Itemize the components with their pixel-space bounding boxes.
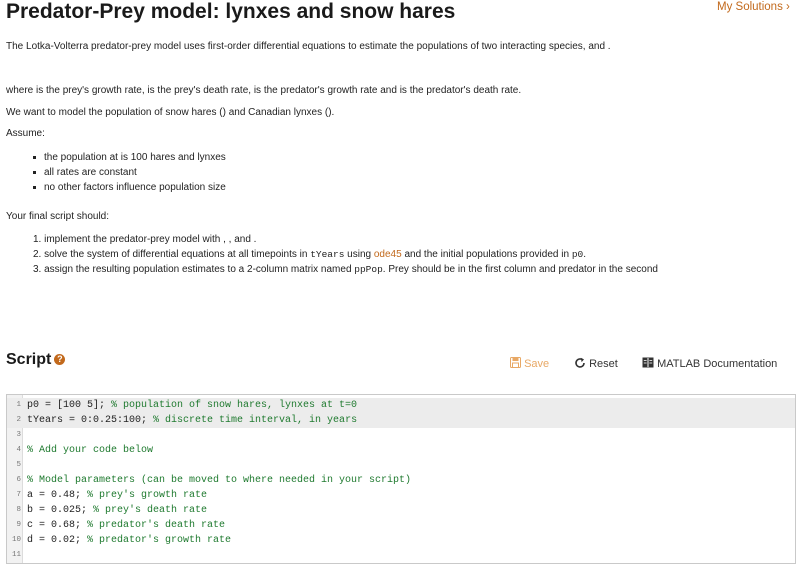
step-text: . Prey should be in the first column and…	[382, 264, 658, 275]
code-line[interactable]: 3	[7, 428, 795, 443]
step-text: 1. implement the predator-prey model wit…	[33, 234, 257, 245]
code-line[interactable]: 9 c = 0.68; % predator's death rate	[7, 518, 795, 533]
script-heading: Script?	[6, 351, 66, 369]
page-title: Predator-Prey model: lynxes and snow har…	[6, 0, 456, 23]
code-line[interactable]: 4 % Add your code below	[7, 443, 795, 458]
goal-text: We want to model the population of snow …	[6, 107, 335, 118]
line-number: 4	[16, 446, 21, 454]
matlab-documentation-button[interactable]: MATLAB Documentation	[642, 357, 777, 371]
code-comment: % Add your code below	[27, 445, 154, 456]
code-line[interactable]: 7 a = 0.48; % prey's growth rate	[7, 488, 795, 503]
reset-icon	[575, 357, 585, 368]
line-number: 10	[11, 536, 21, 544]
line-number: 7	[16, 491, 21, 499]
save-button[interactable]: Save	[510, 357, 549, 371]
step-text: 2. solve the system of differential equa…	[33, 249, 311, 260]
intro-text: The Lotka-Volterra predator-prey model u…	[6, 41, 611, 52]
code-line[interactable]: 10 d = 0.02; % predator's growth rate	[7, 533, 795, 548]
book-icon	[642, 357, 654, 368]
code-comment: % prey's death rate	[93, 505, 208, 516]
inline-code: ppPop	[354, 264, 383, 275]
code-line[interactable]: 11	[7, 548, 795, 563]
list-item: 2. solve the system of differential equa…	[6, 247, 658, 262]
reset-label: Reset	[589, 358, 618, 370]
help-icon[interactable]: ?	[54, 354, 66, 365]
code-text: tYears = 0:0.25:100; % discrete time int…	[27, 413, 357, 428]
code-editor[interactable]: 1 p0 = [100 5]; % population of snow hare…	[6, 394, 796, 564]
where-text: where is the prey's growth rate, is the …	[6, 85, 522, 96]
assumption-list: the population at is 100 hares and lynxe…	[6, 150, 226, 195]
step-text: .	[583, 249, 586, 260]
line-number: 6	[16, 476, 21, 484]
save-label: Save	[524, 358, 550, 370]
code-text: b = 0.025; % prey's death rate	[27, 503, 207, 518]
code-comment: % Model parameters (can be moved to wher…	[27, 475, 412, 486]
code-line[interactable]: 8 b = 0.025; % prey's death rate	[7, 503, 795, 518]
line-number: 5	[16, 461, 21, 469]
list-item: 3. assign the resulting population estim…	[6, 262, 658, 277]
code-text: c = 0.68; % predator's death rate	[27, 518, 225, 533]
code-token: d = 0.02;	[27, 535, 88, 546]
line-number: 8	[16, 506, 21, 514]
code-token: c = 0.68;	[27, 520, 88, 531]
code-text: a = 0.48; % prey's growth rate	[27, 488, 207, 503]
line-number: 11	[11, 551, 21, 559]
code-comment: % population of snow hares, lynxes at t=…	[111, 400, 358, 411]
list-item: 1. implement the predator-prey model wit…	[6, 232, 658, 247]
list-item: no other factors influence population si…	[6, 180, 226, 195]
doc-label: MATLAB Documentation	[657, 358, 778, 370]
code-comment: % prey's growth rate	[87, 490, 208, 501]
line-number: 3	[16, 431, 21, 439]
code-token: a = 0.48;	[27, 490, 88, 501]
requirement-list: 1. implement the predator-prey model wit…	[6, 232, 658, 277]
code-line[interactable]: 6 % Model parameters (can be moved to whe…	[7, 473, 795, 488]
code-comment: % predator's death rate	[87, 520, 226, 531]
save-icon	[510, 357, 521, 368]
code-line[interactable]: 5	[7, 458, 795, 473]
step-text: and the initial populations provided in	[401, 249, 572, 260]
code-line[interactable]: 2 tYears = 0:0.25:100; % discrete time in…	[7, 413, 795, 428]
line-number: 2	[16, 416, 21, 424]
final-script-label: Your final script should:	[6, 211, 110, 222]
line-number: 1	[16, 401, 21, 409]
list-item: the population at is 100 hares and lynxe…	[6, 150, 226, 165]
code-token: b = 0.025;	[27, 505, 94, 516]
list-item: all rates are constant	[6, 165, 226, 180]
my-solutions-link[interactable]: My Solutions ›	[717, 0, 790, 14]
code-line[interactable]: 1 p0 = [100 5]; % population of snow hare…	[7, 398, 795, 413]
assume-label: Assume:	[6, 128, 45, 139]
code-text: % Model parameters (can be moved to wher…	[27, 473, 411, 488]
code-text: d = 0.02; % predator's growth rate	[27, 533, 231, 548]
code-comment: % predator's growth rate	[87, 535, 232, 546]
code-text: p0 = [100 5]; % population of snow hares…	[27, 398, 357, 413]
code-comment: % discrete time interval, in years	[153, 415, 358, 426]
line-number: 9	[16, 521, 21, 529]
code-token: p0 = [100 5];	[27, 400, 112, 411]
inline-code: p0	[571, 249, 584, 260]
step-text: 3. assign the resulting population estim…	[33, 264, 355, 275]
code-text: % Add your code below	[27, 443, 153, 458]
step-text: using	[344, 249, 374, 260]
code-token: tYears = 0:0.25:100;	[27, 415, 154, 426]
inline-code: tYears	[310, 249, 345, 260]
reset-button[interactable]: Reset	[574, 357, 618, 371]
script-title: Script	[6, 351, 52, 368]
ode45-link[interactable]: ode45	[374, 249, 402, 260]
